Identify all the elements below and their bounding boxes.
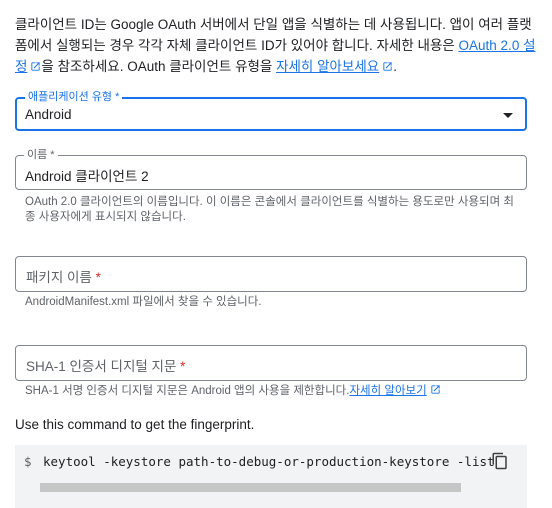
code-block: $ keytool -keystore path-to-debug-or-pro… — [15, 445, 527, 508]
shell-prompt: $ — [24, 454, 32, 469]
intro-text: 클라이언트 ID는 Google OAuth 서버에서 단일 앱을 식별하는 데… — [15, 14, 537, 77]
name-value: Android 클라이언트 2 — [25, 169, 149, 184]
required-mark: * — [180, 359, 186, 374]
scrollbar-thumb[interactable] — [40, 483, 461, 492]
intro-text-part1: 클라이언트 ID는 Google OAuth 서버에서 단일 앱을 식별하는 데… — [15, 17, 532, 53]
external-link-icon — [431, 385, 440, 394]
sha1-fingerprint-placeholder: SHA-1 인증서 디지털 지문 * — [26, 359, 186, 374]
external-link-icon — [383, 62, 392, 71]
name-label: 이름 * — [24, 148, 58, 162]
sha1-helper-text: SHA-1 서명 인증서 디지털 지문은 Android 앱의 사용을 제한합니… — [25, 384, 515, 399]
learn-more-client-type-link[interactable]: 자세히 알아보세요 — [276, 59, 393, 74]
name-helper-text: OAuth 2.0 클라이언트의 이름입니다. 이 이름은 콘솔에서 클라이언트… — [25, 196, 514, 223]
application-type-label: 애플리케이션 유형 * — [25, 90, 123, 104]
intro-text-part3: . — [393, 59, 397, 74]
name-field[interactable]: 이름 * Android 클라이언트 2 — [15, 148, 527, 190]
sha1-learn-more-link[interactable]: 자세히 알아보기 — [349, 385, 440, 397]
package-name-helper-text: AndroidManifest.xml 파일에서 찾을 수 있습니다. — [25, 296, 262, 308]
dropdown-arrow-icon[interactable] — [503, 113, 513, 118]
sha1-fingerprint-field[interactable]: SHA-1 인증서 디지털 지문 * — [15, 345, 527, 381]
command-label: Use this command to get the fingerprint. — [15, 417, 255, 432]
intro-text-part2: 을 참조하세요. OAuth 클라이언트 유형을 — [41, 59, 277, 74]
external-link-icon — [31, 62, 41, 71]
sha1-helper-message: SHA-1 서명 인증서 디지털 지문은 Android 앱의 사용을 제한합니… — [25, 385, 350, 397]
copy-icon[interactable] — [491, 452, 509, 470]
horizontal-scrollbar[interactable] — [15, 481, 527, 493]
required-mark: * — [95, 270, 101, 285]
package-name-field[interactable]: 패키지 이름 * — [15, 256, 527, 292]
keytool-command[interactable]: keytool -keystore path-to-debug-or-produ… — [43, 454, 495, 469]
application-type-select[interactable]: 애플리케이션 유형 * Android — [15, 90, 527, 131]
package-name-placeholder: 패키지 이름 * — [26, 270, 101, 285]
application-type-value: Android — [25, 107, 72, 122]
